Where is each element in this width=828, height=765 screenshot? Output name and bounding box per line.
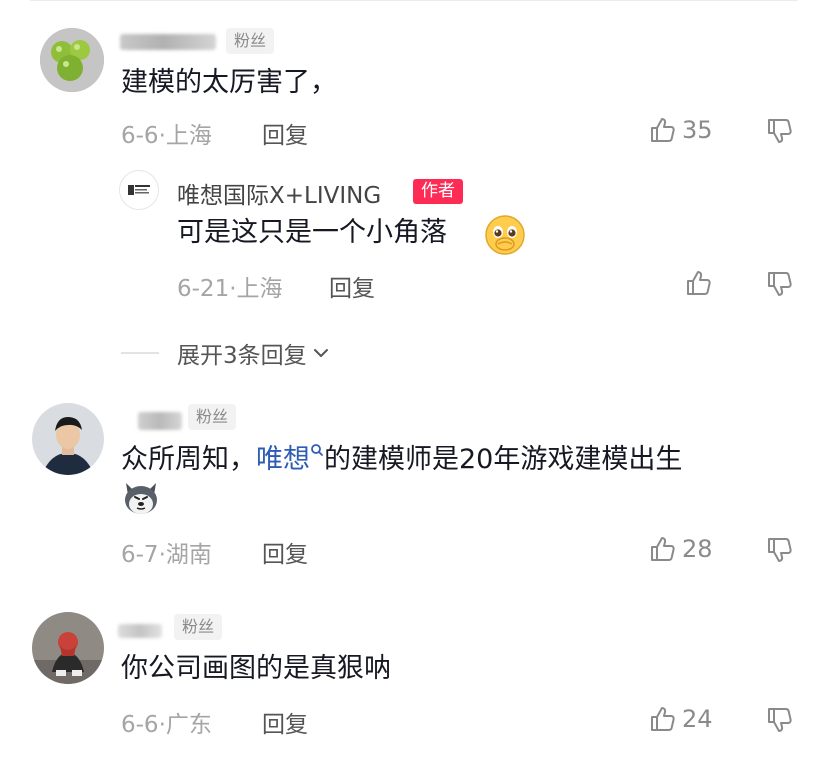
commenter-avatar[interactable] (32, 612, 104, 684)
fan-badge: 粉丝 (188, 404, 237, 430)
reply-button[interactable]: 回复 (262, 535, 308, 569)
reply-button[interactable]: 回复 (262, 705, 308, 739)
like-button[interactable]: 28 (648, 534, 713, 564)
husky-dog-emoji (121, 477, 161, 521)
comment-text: 建模的太厉害了， (121, 67, 337, 98)
commenter-avatar[interactable] (32, 403, 104, 475)
expand-replies-button[interactable]: 展开3条回复 (121, 336, 331, 370)
author-avatar[interactable] (119, 170, 159, 210)
username-redacted[interactable] (118, 624, 162, 638)
reply-button[interactable]: 回复 (262, 116, 308, 150)
mention-label: 唯想 (256, 444, 310, 475)
like-button[interactable] (684, 268, 714, 298)
mention-link[interactable]: 唯想 (256, 444, 324, 475)
username-redacted[interactable] (120, 34, 216, 50)
comment-text: 众所周知，唯想 的建模师是20年游戏建模出生 (121, 441, 682, 479)
search-icon (310, 443, 324, 459)
thumbs-down-icon (765, 116, 795, 146)
reply-text: 可是这只是一个小角落 (177, 217, 447, 248)
commenter-avatar[interactable] (40, 28, 104, 92)
author-badge: 作者 (413, 179, 463, 204)
fan-badge: 粉丝 (226, 28, 275, 54)
dislike-button[interactable] (765, 269, 795, 303)
thumbs-down-icon (765, 535, 795, 565)
pleading-face-emoji (484, 214, 526, 260)
comment-date-location: 6-6·广东 (121, 712, 212, 738)
author-name[interactable]: 唯想国际X+LIVING (177, 176, 381, 210)
expand-replies-label: 展开3条回复 (177, 343, 307, 369)
fan-badge: 粉丝 (174, 614, 223, 640)
thumbs-up-icon (648, 704, 678, 734)
dislike-button[interactable] (765, 116, 795, 150)
comment-date-location: 6-7·湖南 (121, 542, 212, 568)
like-count: 24 (682, 705, 713, 733)
like-button[interactable]: 35 (648, 115, 713, 145)
reply-date-location: 6-21·上海 (177, 276, 283, 302)
comment-text-after: 的建模师是20年游戏建模出生 (324, 444, 683, 475)
thumbs-down-icon (765, 269, 795, 299)
like-count: 35 (682, 116, 713, 144)
username-redacted[interactable] (138, 412, 182, 430)
dislike-button[interactable] (765, 535, 795, 569)
reply-button[interactable]: 回复 (329, 269, 375, 303)
like-button[interactable]: 24 (648, 704, 713, 734)
top-divider (30, 0, 798, 1)
comment-text: 你公司画图的是真狠呐 (121, 653, 391, 684)
comment-date-location: 6-6·上海 (121, 123, 212, 149)
thumbs-up-icon (684, 268, 714, 298)
thumbs-up-icon (648, 115, 678, 145)
thumbs-up-icon (648, 534, 678, 564)
dislike-button[interactable] (765, 705, 795, 739)
expand-divider (121, 352, 159, 354)
like-count: 28 (682, 535, 713, 563)
comment-text-before: 众所周知， (121, 444, 256, 475)
chevron-down-icon (311, 343, 331, 363)
thumbs-down-icon (765, 705, 795, 735)
